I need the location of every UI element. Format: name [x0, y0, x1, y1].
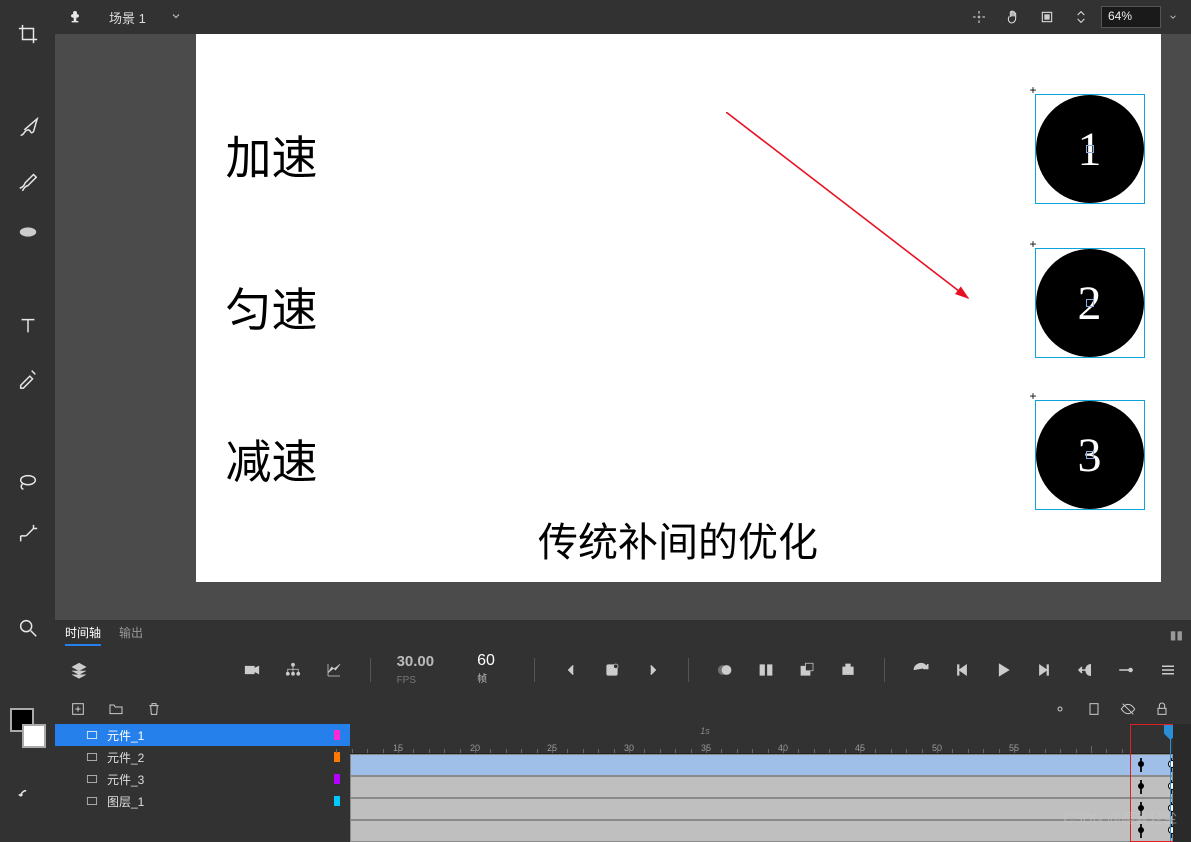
stage-canvas[interactable]: 加速 匀速 减速 1 2 3 传统补间的优化: [196, 34, 1161, 582]
timeline-toolbar: 30.00 FPS 60 帧: [55, 646, 1191, 694]
annotation-arrow: [726, 112, 976, 307]
ellipse-tool-icon[interactable]: [16, 220, 40, 244]
layer-tree-icon[interactable]: [283, 660, 302, 680]
symbol-instance-2[interactable]: 2: [1035, 248, 1145, 358]
new-layer-icon[interactable]: [69, 700, 87, 718]
loop-icon[interactable]: [911, 660, 930, 680]
outline-col-icon[interactable]: [1085, 700, 1103, 718]
frames-area[interactable]: 1s 2s 152025303540455055: [350, 724, 1191, 842]
ruler-sec-1: 1s: [700, 726, 710, 736]
frame-row[interactable]: [350, 798, 1191, 820]
graph-editor-icon[interactable]: [324, 660, 343, 680]
layer-name: 图层_1: [107, 793, 144, 810]
prev-keyframe-icon[interactable]: [561, 660, 580, 680]
brush-tool-icon[interactable]: [16, 116, 40, 140]
frame-row[interactable]: [350, 776, 1191, 798]
play-icon[interactable]: [993, 660, 1012, 680]
zoom-dropdown-icon[interactable]: [1165, 6, 1181, 28]
scene-dropdown-icon[interactable]: [170, 10, 182, 25]
scene-icon: [65, 7, 85, 27]
symbol-instance-3[interactable]: 3: [1035, 400, 1145, 510]
layer-type-icon: [85, 728, 99, 742]
label-decelerate: 减速: [226, 426, 318, 492]
frame-ruler[interactable]: 1s 2s 152025303540455055: [350, 724, 1191, 754]
frame-row[interactable]: [350, 754, 1191, 776]
tab-timeline[interactable]: 时间轴: [65, 624, 101, 646]
layer-list: 元件_1 元件_2 元件_3 图层_1: [55, 724, 350, 842]
step-forward-icon[interactable]: [1034, 660, 1053, 680]
rewind-icon[interactable]: [1076, 660, 1095, 680]
document-topbar: 场景 1 64%: [55, 0, 1191, 34]
next-keyframe-icon[interactable]: [643, 660, 662, 680]
onion-skin-icon[interactable]: [715, 660, 734, 680]
scene-name[interactable]: 场景 1: [109, 8, 146, 27]
layer-header: [55, 694, 1191, 724]
eyedropper-tool-icon[interactable]: [16, 366, 40, 390]
marker-b-icon[interactable]: [839, 660, 858, 680]
swap-colors-icon[interactable]: [16, 786, 40, 810]
current-frame-display[interactable]: 60 帧: [477, 652, 508, 688]
zoom-tool-icon[interactable]: [16, 616, 40, 640]
label-accelerate: 加速: [226, 122, 318, 188]
layer-row[interactable]: 元件_1: [55, 724, 350, 746]
timeline-line-icon[interactable]: [1117, 660, 1136, 680]
crop-tool-icon[interactable]: [16, 22, 40, 46]
timeline-panel: 30.00 FPS 60 帧: [55, 646, 1191, 842]
clip-region-icon[interactable]: [1035, 5, 1059, 29]
layer-name: 元件_3: [107, 771, 144, 788]
symbol-instance-1[interactable]: 1: [1035, 94, 1145, 204]
edit-multiple-icon[interactable]: [757, 660, 776, 680]
stage-viewport[interactable]: 加速 匀速 减速 1 2 3 传统补间的优化: [55, 34, 1191, 620]
layer-row[interactable]: 图层_1: [55, 790, 350, 812]
step-back-icon[interactable]: [952, 660, 971, 680]
layer-row[interactable]: 元件_2: [55, 746, 350, 768]
layer-row[interactable]: 元件_3: [55, 768, 350, 790]
new-folder-icon[interactable]: [107, 700, 125, 718]
lock-col-icon[interactable]: [1153, 700, 1171, 718]
hand-tool-icon[interactable]: [1001, 5, 1025, 29]
stage-title-text: 传统补间的优化: [538, 510, 818, 568]
visibility-col-icon[interactable]: [1119, 700, 1137, 718]
fps-display[interactable]: 30.00 FPS: [397, 653, 456, 687]
layer-type-icon: [85, 772, 99, 786]
layer-type-icon: [85, 750, 99, 764]
frame-row[interactable]: [350, 820, 1191, 842]
highlight-col-icon[interactable]: [1051, 700, 1069, 718]
delete-layer-icon[interactable]: [145, 700, 163, 718]
zoom-stepper-icon[interactable]: [1069, 5, 1093, 29]
marker-a-icon[interactable]: [798, 660, 817, 680]
bone-tool-icon[interactable]: [16, 522, 40, 546]
panel-collapse-icon[interactable]: ▮▮: [1162, 624, 1191, 646]
text-tool-icon[interactable]: [16, 314, 40, 338]
layer-name: 元件_2: [107, 749, 144, 766]
insert-keyframe-icon[interactable]: [602, 660, 621, 680]
lasso-tool-icon[interactable]: [16, 470, 40, 494]
zoom-input[interactable]: 64%: [1101, 6, 1161, 28]
color-swatch[interactable]: [8, 708, 48, 748]
layers-menu-icon[interactable]: [69, 660, 88, 680]
timeline-options-icon[interactable]: [1158, 660, 1177, 680]
layer-type-icon: [85, 794, 99, 808]
layer-name: 元件_1: [107, 727, 144, 744]
camera-icon[interactable]: [242, 660, 261, 680]
tab-output[interactable]: 输出: [119, 624, 143, 646]
left-toolbar: [0, 0, 55, 842]
label-constant: 匀速: [226, 274, 318, 340]
center-stage-icon[interactable]: [967, 5, 991, 29]
paint-brush-tool-icon[interactable]: [16, 168, 40, 192]
panel-tabs: 时间轴 输出 ▮▮: [55, 620, 1191, 646]
pin-tool-icon[interactable]: [16, 418, 40, 442]
